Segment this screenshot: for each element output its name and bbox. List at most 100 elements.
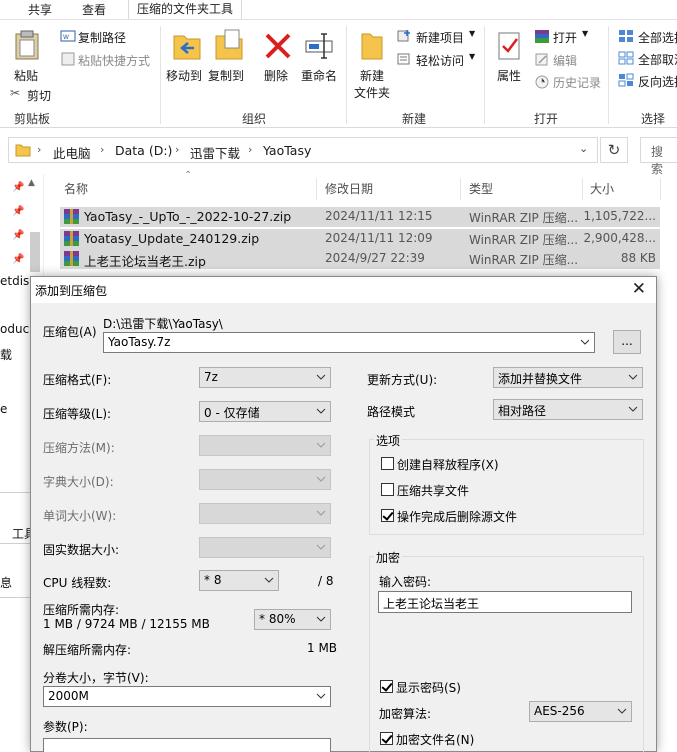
easy-access-button[interactable]: 轻松访问 (416, 52, 464, 69)
show-password-checkbox[interactable] (380, 680, 393, 693)
delete-source-checkbox[interactable] (381, 509, 394, 522)
easy-access-icon (397, 53, 410, 65)
background-fragment: 息 (0, 576, 13, 590)
column-size[interactable]: 大小 (590, 180, 614, 197)
paste-shortcut-button[interactable]: 粘贴快捷方式 (78, 52, 150, 69)
breadcrumb-separator-icon[interactable]: › (248, 143, 252, 156)
paste-button[interactable]: 粘贴 (14, 67, 38, 84)
pin-icon[interactable]: 📌 (12, 182, 24, 193)
password-input[interactable]: 上老王论坛当老王 (378, 591, 632, 613)
address-bar-row: › 此电脑 › Data (D:) › 迅雷下载 › YaoTasy ⌄ ↻ 搜… (0, 128, 677, 176)
encrypt-filenames-label: 加密文件名(N) (396, 733, 475, 747)
params-input[interactable] (43, 738, 331, 752)
breadcrumb-separator-icon[interactable]: › (175, 143, 179, 156)
column-type[interactable]: 类型 (469, 180, 493, 197)
move-to-button[interactable]: 移动到 (166, 67, 202, 84)
dialog-titlebar[interactable]: 添加到压缩包 ✕ (31, 277, 656, 303)
new-item-button[interactable]: 新建项目 (416, 29, 464, 46)
volume-size-combo[interactable]: 2000M (43, 686, 331, 707)
chevron-down-icon (628, 374, 638, 380)
breadcrumb-xunlei[interactable]: 迅雷下载 (190, 143, 240, 162)
browse-button[interactable]: ... (613, 330, 641, 354)
scroll-up-icon[interactable]: ▲ (28, 178, 35, 188)
delete-button[interactable]: 删除 (264, 67, 288, 84)
pin-icon[interactable]: 📌 (12, 230, 24, 241)
cut-button[interactable]: 剪切 (27, 87, 51, 104)
archive-name-value: YaoTasy.7z (108, 335, 171, 349)
search-input[interactable]: 搜索 (640, 137, 677, 176)
chevron-down-icon[interactable]: ⌄ (579, 142, 588, 155)
file-date: 2024/11/11 12:15 (325, 209, 433, 223)
copy-to-button[interactable]: 复制到 (208, 67, 244, 84)
shared-files-checkbox[interactable] (381, 483, 394, 496)
archive-name-combo[interactable]: YaoTasy.7z (103, 332, 595, 353)
params-label: 参数(P): (43, 720, 88, 734)
open-button[interactable]: 打开 (553, 29, 577, 46)
threads-select[interactable]: * 8 (199, 570, 279, 591)
new-folder-button-line1[interactable]: 新建 (360, 67, 384, 84)
level-select[interactable]: 0 - 仅存储 (199, 401, 331, 422)
chevron-down-icon (316, 374, 326, 380)
properties-button[interactable]: 属性 (497, 67, 521, 84)
refresh-button[interactable]: ↻ (600, 137, 628, 163)
encryption-algorithm-select[interactable]: AES-256 (529, 701, 632, 722)
chevron-down-icon (580, 339, 590, 345)
tab-compressed-folder-tools[interactable]: 压缩的文件夹工具 (128, 0, 243, 19)
file-type: WinRAR ZIP 压缩... (469, 253, 579, 267)
winrar-zip-icon (64, 231, 79, 246)
tab-share[interactable]: 共享 (28, 1, 52, 18)
column-headers: 名称 ⌃ 修改日期 类型 大小 (44, 170, 677, 204)
column-name[interactable]: 名称 (64, 180, 88, 197)
history-icon (535, 75, 549, 89)
nav-scrollbar-thumb[interactable] (30, 232, 40, 272)
tab-view[interactable]: 查看 (82, 1, 106, 18)
nav-item-fragment[interactable]: e (0, 402, 7, 416)
invert-selection-button[interactable]: 反向选择 (638, 73, 677, 90)
sfx-checkbox[interactable] (381, 457, 394, 470)
format-value: 7z (204, 370, 218, 384)
encrypt-filenames-checkbox[interactable] (380, 732, 393, 745)
chevron-down-icon (316, 510, 326, 516)
breadcrumb-yaotasy[interactable]: YaoTasy (263, 143, 311, 158)
edit-button[interactable]: 编辑 (553, 52, 577, 69)
new-folder-button-line2[interactable]: 文件夹 (354, 84, 390, 101)
chevron-down-icon (264, 577, 274, 583)
new-item-dropdown-icon[interactable]: ▼ (469, 29, 475, 38)
nav-item-fragment[interactable]: 载 (0, 346, 12, 363)
threads-label: CPU 线程数: (43, 576, 112, 590)
update-mode-select[interactable]: 添加并替换文件 (493, 367, 643, 388)
address-bar[interactable]: › 此电脑 › Data (D:) › 迅雷下载 › YaoTasy ⌄ (8, 137, 598, 163)
update-mode-value: 添加并替换文件 (498, 372, 583, 386)
rename-button[interactable]: 重命名 (301, 67, 337, 84)
copy-path-button[interactable]: 复制路径 (78, 29, 126, 46)
memory-percent-value: * 80% (259, 612, 296, 626)
file-row[interactable]: Yoatasy_Update_240129.zip 2024/11/11 12:… (60, 229, 660, 249)
chevron-down-icon (628, 406, 638, 412)
breadcrumb-data-drive[interactable]: Data (D:) (115, 143, 172, 158)
memory-percent-select[interactable]: * 80% (254, 609, 331, 630)
format-select[interactable]: 7z (199, 367, 331, 388)
show-password-label: 显示密码(S) (396, 681, 461, 695)
path-mode-select[interactable]: 相对路径 (493, 399, 643, 420)
open-dropdown-icon[interactable]: ▼ (582, 29, 588, 38)
path-mode-label: 路径模式 (367, 405, 416, 419)
file-row[interactable]: 上老王论坛当老王.zip 2024/9/27 22:39 WinRAR ZIP … (60, 249, 660, 269)
easy-access-dropdown-icon[interactable]: ▼ (469, 52, 475, 61)
breadcrumb-this-pc[interactable]: 此电脑 (53, 143, 91, 162)
pin-icon[interactable]: 📌 (12, 206, 24, 217)
nav-item-fragment[interactable]: oduc (0, 322, 29, 336)
select-none-button[interactable]: 全部取消 (638, 51, 677, 68)
close-icon[interactable]: ✕ (632, 279, 646, 299)
history-button[interactable]: 历史记录 (553, 74, 601, 91)
invert-selection-icon (618, 73, 634, 87)
pin-icon[interactable]: 📌 (12, 254, 24, 265)
column-date[interactable]: 修改日期 (325, 180, 373, 197)
word-size-select (199, 503, 331, 524)
breadcrumb-separator-icon[interactable]: › (100, 143, 104, 156)
select-all-button[interactable]: 全部选择 (638, 29, 677, 46)
archive-path: D:\迅雷下载\YaoTasy\ (103, 317, 223, 331)
memory-detail: 1 MB / 9724 MB / 12155 MB (43, 617, 210, 631)
file-row[interactable]: YaoTasy_-_UpTo_-_2022-10-27.zip 2024/11/… (60, 207, 660, 227)
breadcrumb-separator-icon[interactable]: › (37, 143, 41, 156)
nav-item-fragment[interactable]: etdis (0, 274, 29, 288)
